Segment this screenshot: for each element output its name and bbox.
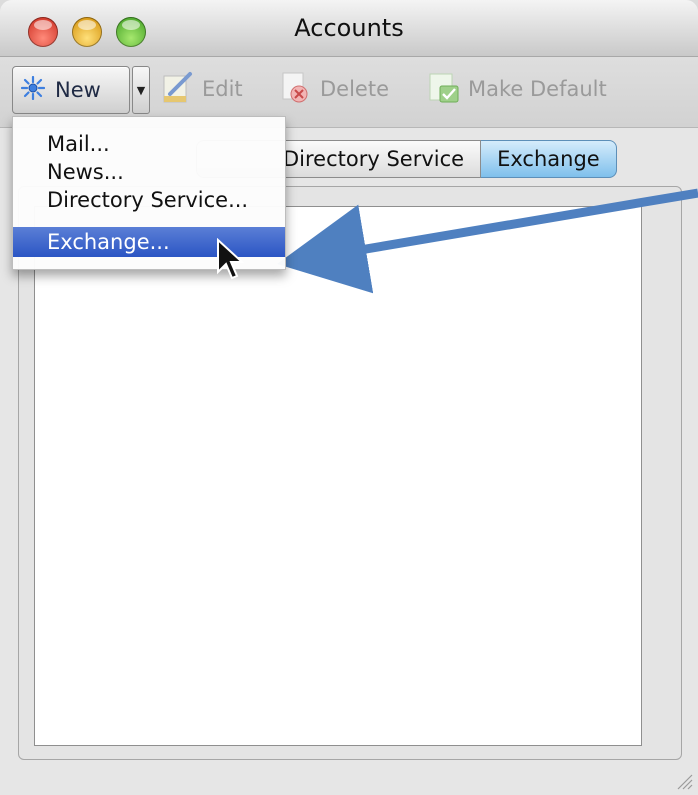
accounts-window: Accounts New ▼ Edit Delete Make Default … — [0, 0, 698, 795]
menu-item-news[interactable]: News... — [13, 157, 285, 187]
menu-item-label: Exchange... — [47, 230, 170, 254]
mouse-pointer-icon — [217, 238, 245, 280]
menu-item-mail[interactable]: Mail... — [13, 129, 285, 159]
resize-grip[interactable] — [674, 771, 694, 791]
menu-item-label: Directory Service... — [47, 188, 249, 212]
menu-item-label: Mail... — [47, 132, 110, 156]
menu-item-label: News... — [47, 160, 124, 184]
menu-item-directory-service[interactable]: Directory Service... — [13, 185, 285, 215]
